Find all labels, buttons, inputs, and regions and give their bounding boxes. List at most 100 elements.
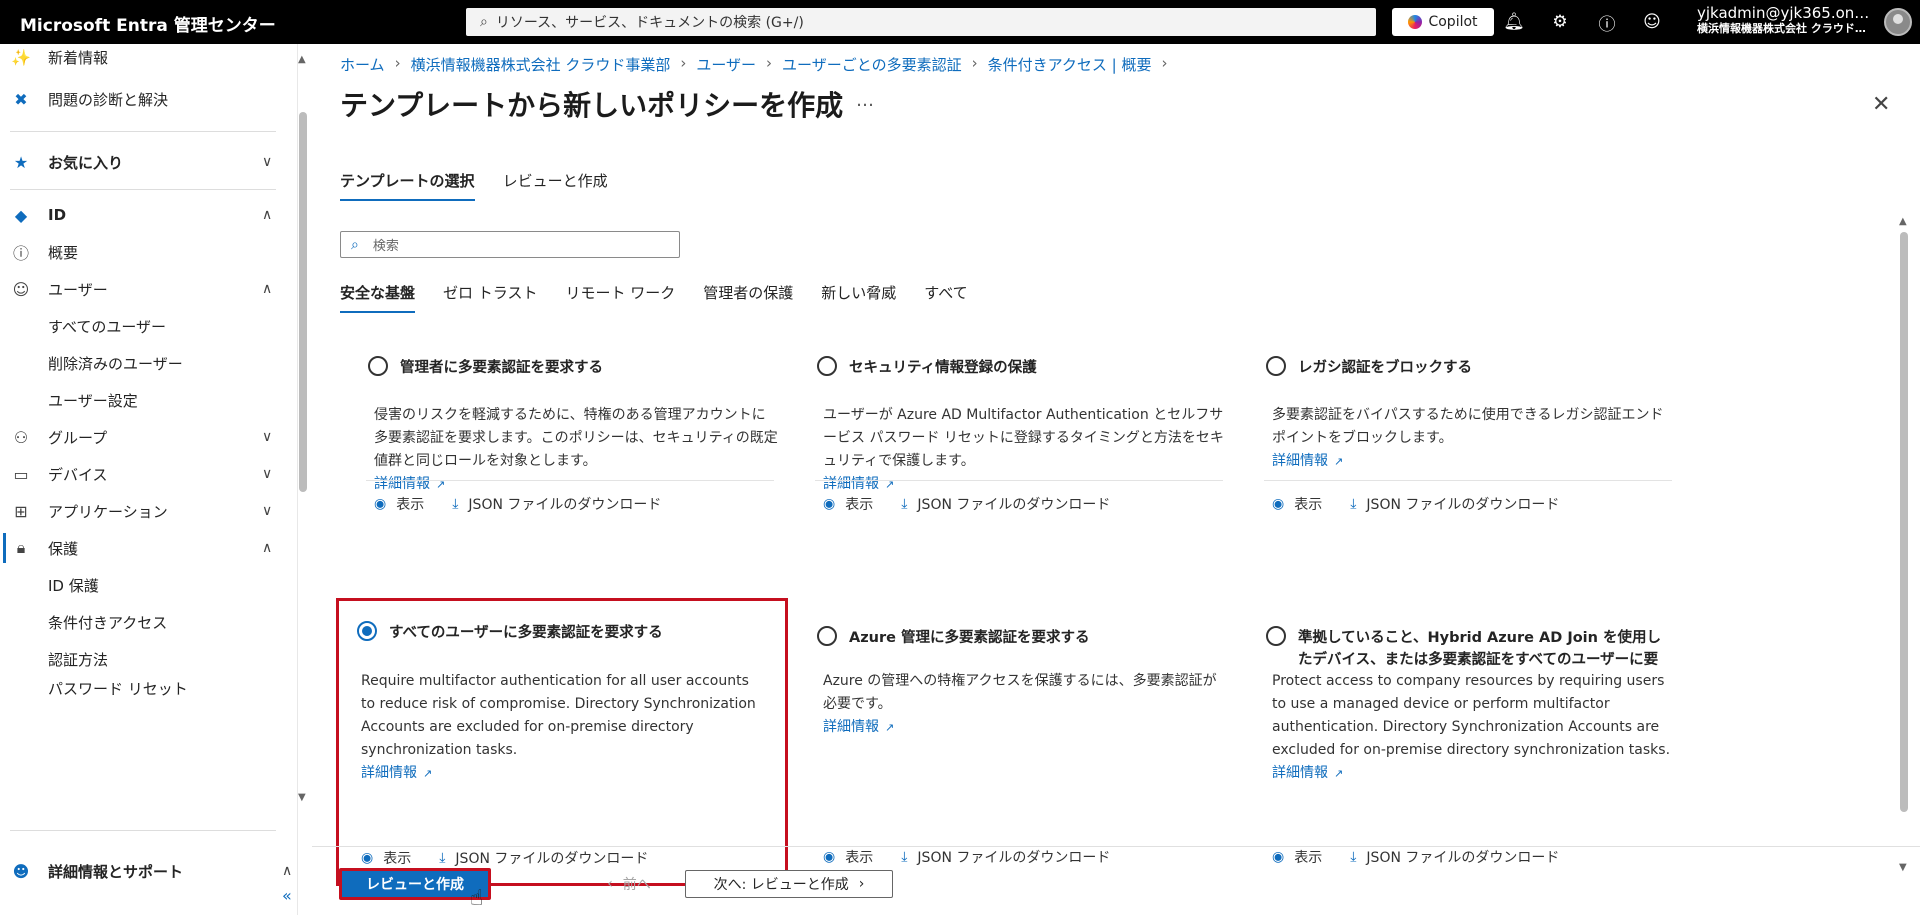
chevron-right-icon: › (858, 876, 865, 892)
sidebar-item-user-settings[interactable]: ユーザー設定 (0, 381, 290, 419)
learn-more-link[interactable]: 詳細情報 ↗ (361, 762, 766, 785)
scroll-down-icon[interactable]: ▼ (298, 792, 306, 803)
view-button[interactable]: ◉ 表示 (823, 847, 873, 867)
radio-button[interactable] (817, 356, 837, 376)
learn-more-link[interactable]: 詳細情報 ↗ (1272, 450, 1677, 473)
download-json-button[interactable]: ⤓ JSON ファイルのダウンロード (901, 494, 1110, 514)
sidebar-item-groups[interactable]: ⚇ グループ ∨ (0, 418, 290, 456)
global-search-input[interactable]: ⌕ リソース、サービス、ドキュメントの検索 (G+/) (466, 8, 1376, 36)
sidebar-item-password-reset[interactable]: パスワード リセット (0, 674, 290, 700)
template-card-security-info[interactable]: セキュリティ情報登録の保護 ユーザーが Azure AD Multifactor… (803, 346, 1237, 580)
radio-button[interactable] (368, 356, 388, 376)
view-label: 表示 (383, 851, 412, 867)
tab-zero-trust[interactable]: ゼロ トラスト (443, 282, 537, 313)
template-card-admin-mfa[interactable]: 管理者に多要素認証を要求する 侵害のリスクを軽減するために、特権のある管理アカウ… (354, 346, 788, 580)
sidebar-item-id-protection[interactable]: ID 保護 (0, 566, 290, 604)
download-icon: ⤓ (439, 850, 446, 866)
close-icon[interactable]: ✕ (1872, 92, 1890, 117)
template-card-all-users-mfa[interactable]: すべてのユーザーに多要素認証を要求する Require multifactor … (336, 598, 788, 886)
download-json-button[interactable]: ⤓ JSON ファイルのダウンロード (901, 847, 1110, 867)
portal-brand[interactable]: Microsoft Entra 管理センター (20, 11, 276, 36)
radio-button-selected[interactable] (357, 621, 377, 641)
tab-remote-work[interactable]: リモート ワーク (565, 282, 675, 313)
learn-more-link[interactable]: 詳細情報 ↗ (823, 716, 1228, 739)
download-icon: ⤓ (901, 849, 908, 865)
next-review-create-button[interactable]: 次へ: レビューと作成 › (685, 870, 893, 898)
radio-button[interactable] (817, 626, 837, 646)
footer-divider (312, 846, 1920, 847)
scroll-down-icon[interactable]: ▼ (1899, 862, 1907, 873)
sidebar: ✨ 新着情報 ✖ 問題の診断と解決 ★ お気に入り ∨ ◆ ID ∧ ⓘ 概要 … (0, 44, 298, 915)
sidebar-item-learn-support[interactable]: ☻ 詳細情報とサポート ∧ (0, 852, 293, 890)
sidebar-item-users[interactable]: ☺ ユーザー ∧ (0, 270, 290, 308)
download-json-button[interactable]: ⤓ JSON ファイルのダウンロード (452, 494, 661, 514)
breadcrumb-item[interactable]: ホーム (340, 54, 385, 75)
sidebar-item-deleted-users[interactable]: 削除済みのユーザー (0, 344, 290, 382)
tab-review-create[interactable]: レビューと作成 (503, 170, 608, 201)
breadcrumb-separator: › (766, 54, 773, 72)
sidebar-item-overview[interactable]: ⓘ 概要 (0, 233, 290, 271)
sidebar-divider (10, 131, 276, 132)
sidebar-item-whats-new[interactable]: ✨ 新着情報 (0, 38, 290, 76)
breadcrumb-item[interactable]: ユーザー (696, 54, 756, 75)
tab-all[interactable]: すべて (924, 282, 967, 313)
scroll-up-icon[interactable]: ▲ (298, 54, 306, 65)
lock-icon: 🔒︎ (16, 538, 26, 557)
sidebar-item-conditional-access[interactable]: 条件付きアクセス (0, 603, 290, 641)
view-button[interactable]: ◉ 表示 (1272, 847, 1322, 867)
more-options-button[interactable]: … (856, 90, 874, 111)
learn-more-link[interactable]: 詳細情報 ↗ (374, 473, 779, 496)
download-label: JSON ファイルのダウンロード (468, 497, 662, 513)
scroll-up-icon[interactable]: ▲ (1899, 216, 1907, 227)
template-card-block-legacy[interactable]: レガシ認証をブロックする 多要素認証をバイパスするために使用できるレガシ認証エン… (1252, 346, 1686, 580)
copilot-button[interactable]: Copilot (1392, 8, 1494, 36)
content-scroll-thumb[interactable] (1900, 232, 1908, 812)
download-icon: ⤓ (1350, 496, 1357, 512)
view-button[interactable]: ◉ 表示 (1272, 494, 1322, 514)
main-content: ホーム › 横浜情報機器株式会社 クラウド事業部 › ユーザー › ユーザーごとの多要… (312, 44, 1920, 915)
sidebar-item-devices[interactable]: ▭ デバイス ∨ (0, 455, 290, 493)
sidebar-item-favorites[interactable]: ★ お気に入り ∨ (0, 143, 290, 181)
info-icon: ⓘ (12, 244, 29, 263)
download-json-button[interactable]: ⤓ JSON ファイルのダウンロード (1350, 847, 1559, 867)
gear-icon[interactable]: ⚙ (1548, 10, 1572, 34)
learn-more-link[interactable]: 詳細情報 ↗ (823, 473, 1228, 496)
sidebar-item-protection[interactable]: 🔒︎ 保護 ∧ (0, 529, 290, 567)
sidebar-item-diagnose[interactable]: ✖ 問題の診断と解決 (0, 80, 290, 118)
download-json-button[interactable]: ⤓ JSON ファイルのダウンロード (439, 848, 648, 868)
sidebar-scrollbar[interactable]: ▲ ▼ (297, 54, 309, 804)
sidebar-item-auth-methods[interactable]: 認証方法 (0, 640, 290, 678)
view-button[interactable]: ◉ 表示 (374, 494, 424, 514)
view-button[interactable]: ◉ 表示 (361, 848, 411, 868)
template-search-input[interactable]: ⌕ 検索 (340, 231, 680, 258)
breadcrumb-item[interactable]: 条件付きアクセス | 概要 (988, 54, 1152, 75)
bell-icon[interactable]: 🔔︎ (1502, 10, 1526, 34)
learn-more-link[interactable]: 詳細情報 ↗ (1272, 762, 1677, 785)
avatar[interactable] (1884, 8, 1912, 36)
content-scrollbar[interactable]: ▲ ▼ (1898, 176, 1910, 873)
tab-select-template[interactable]: テンプレートの選択 (340, 170, 475, 201)
radio-button[interactable] (1266, 356, 1286, 376)
sidebar-item-applications[interactable]: ⊞ アプリケーション ∨ (0, 492, 290, 530)
download-json-button[interactable]: ⤓ JSON ファイルのダウンロード (1350, 494, 1559, 514)
tab-protect-admins[interactable]: 管理者の保護 (703, 282, 793, 313)
card-divider (815, 480, 1223, 481)
radio-button[interactable] (1266, 626, 1286, 646)
view-button[interactable]: ◉ 表示 (823, 494, 873, 514)
card-actions: ◉ 表示 ⤓ JSON ファイルのダウンロード (823, 847, 1110, 867)
help-icon[interactable]: ⓘ (1595, 10, 1619, 35)
tab-secure-foundation[interactable]: 安全な基盤 (340, 282, 416, 313)
device-icon: ▭ (13, 464, 29, 484)
chevron-left-icon: ‹ (607, 876, 613, 892)
breadcrumb-item[interactable]: 横浜情報機器株式会社 クラウド事業部 (411, 54, 671, 75)
feedback-icon[interactable]: ☺ (1640, 10, 1664, 34)
account-info[interactable]: yjkadmin@yjk365.on… 横浜情報機器株式会社 クラウド… (1697, 4, 1877, 36)
sidebar-scroll-thumb[interactable] (299, 112, 307, 492)
previous-button[interactable]: ‹ 前へ (590, 870, 668, 898)
review-create-button[interactable]: レビューと作成 (339, 868, 491, 900)
sidebar-item-id[interactable]: ◆ ID ∧ (0, 196, 290, 234)
sidebar-item-all-users[interactable]: すべてのユーザー (0, 307, 290, 345)
collapse-sidebar-button[interactable]: « (282, 886, 292, 905)
tab-emerging-threats[interactable]: 新しい脅威 (821, 282, 896, 313)
breadcrumb-item[interactable]: ユーザーごとの多要素認証 (782, 54, 962, 75)
